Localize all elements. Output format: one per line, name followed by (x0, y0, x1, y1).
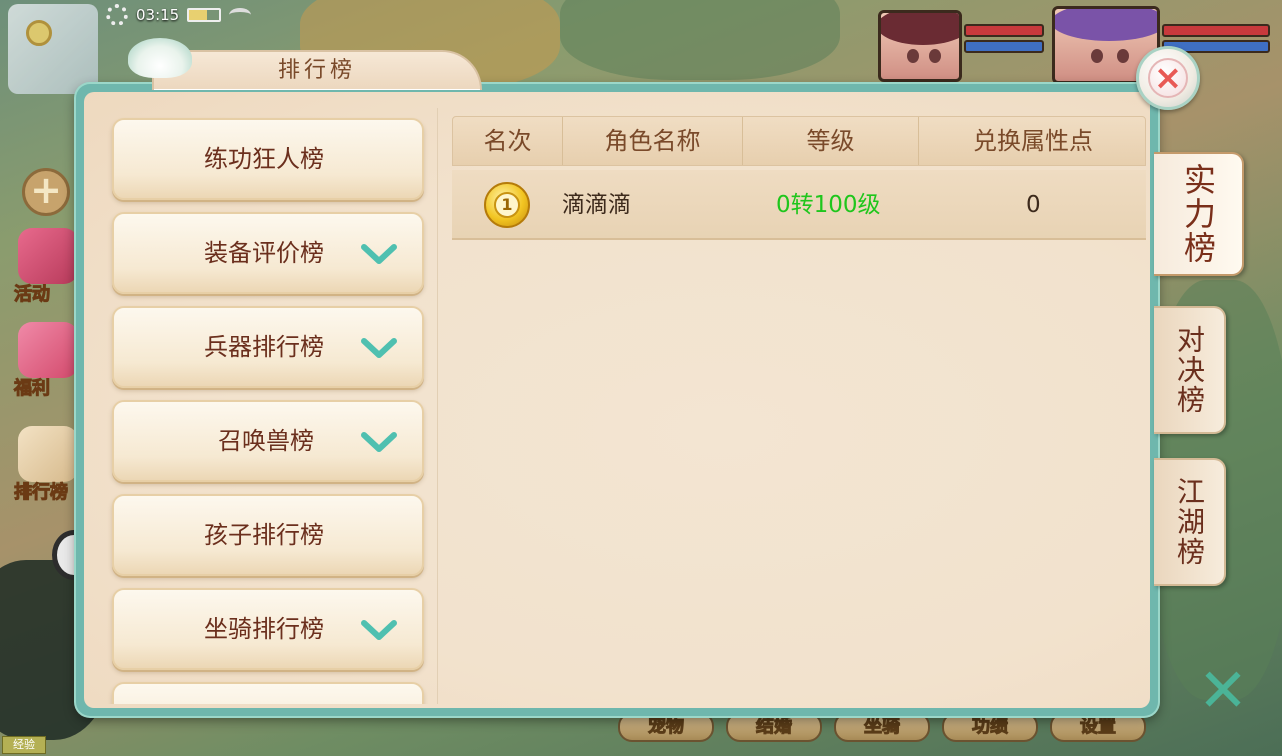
side-menu-label: 活动 (14, 284, 51, 306)
side-menu-label: 福利 (14, 378, 51, 400)
dialog-title-tab: 排行榜 (152, 50, 482, 90)
column-header-level: 等级 (743, 117, 919, 165)
player-points: 0 (1026, 192, 1041, 218)
column-header-name: 角色名称 (563, 117, 743, 165)
close-button[interactable]: × (1136, 46, 1200, 110)
category-label: 练功狂人榜 (204, 145, 324, 173)
expand-menu-icon[interactable]: ✕ (1196, 661, 1250, 721)
pet-portrait[interactable] (878, 10, 962, 82)
category-label: 兵器排行榜 (204, 333, 324, 361)
category-item-partial[interactable] (112, 682, 424, 704)
tab-jianghu-ranking[interactable]: 江湖榜 (1154, 458, 1226, 586)
minimap-icon[interactable] (8, 4, 98, 94)
activity-icon (18, 228, 78, 284)
lotus-ornament-icon (128, 38, 192, 78)
dialog-title: 排行榜 (277, 58, 356, 83)
chevron-down-icon[interactable] (360, 618, 398, 642)
bottom-button-mount[interactable]: 坐骑 (834, 712, 930, 742)
gold-medal-icon: 1 (484, 182, 530, 228)
chevron-down-icon[interactable] (360, 242, 398, 266)
pet-hp-bar (964, 24, 1044, 37)
player-hp-bar (1162, 24, 1270, 37)
tab-label: 江湖榜 (1173, 477, 1206, 567)
plus-icon[interactable]: + (22, 168, 70, 216)
category-item[interactable]: 兵器排行榜 (112, 306, 424, 388)
gift-icon (18, 322, 78, 378)
status-bar: 03:15 (106, 4, 252, 26)
category-label: 召唤兽榜 (218, 427, 314, 455)
category-item[interactable]: 装备评价榜 (112, 212, 424, 294)
category-label: 装备评价榜 (204, 239, 324, 267)
category-label: 坐骑排行榜 (204, 615, 324, 643)
category-item[interactable]: 孩子排行榜 (112, 494, 424, 576)
bottom-button-settings[interactable]: 设置 (1050, 712, 1146, 742)
table-row[interactable]: 1 滴滴滴 0转100级 0 (452, 170, 1146, 240)
bottom-button-pet[interactable]: 宠物 (618, 712, 714, 742)
column-header-points: 兑换属性点 (973, 127, 1093, 155)
side-menu-label: 排行榜 (14, 482, 69, 504)
category-label: 孩子排行榜 (204, 521, 324, 549)
ranking-icon (18, 426, 78, 482)
pet-mp-bar (964, 40, 1044, 53)
tab-label: 对决榜 (1173, 325, 1206, 415)
wifi-icon (229, 8, 252, 22)
tab-duel-ranking[interactable]: 对决榜 (1154, 306, 1226, 434)
category-item[interactable]: 坐骑排行榜 (112, 588, 424, 670)
tab-label: 实力榜 (1179, 163, 1217, 265)
rank-number: 1 (494, 192, 520, 218)
gear-icon[interactable] (106, 4, 128, 26)
exp-label: 经验 (2, 736, 46, 754)
battery-icon (187, 8, 222, 22)
close-icon: × (1148, 58, 1188, 98)
bottom-button-merit[interactable]: 功绩 (942, 712, 1038, 742)
clock-time: 03:15 (136, 6, 180, 24)
chevron-down-icon[interactable] (360, 336, 398, 360)
tab-power-ranking[interactable]: 实力榜 (1154, 152, 1244, 276)
category-list[interactable]: 练功狂人榜 装备评价榜 兵器排行榜 召唤兽榜 孩子排行榜 坐骑排行榜 (106, 108, 438, 704)
column-header-rank: 名次 (453, 117, 563, 165)
player-level: 0转100级 (776, 192, 881, 218)
table-header: 名次 角色名称 等级 兑换属性点 (452, 116, 1146, 166)
scene-courtyard (560, 0, 840, 80)
bottom-button-marriage[interactable]: 结婚 (726, 712, 822, 742)
player-name: 滴滴滴 (562, 192, 631, 218)
category-item[interactable]: 召唤兽榜 (112, 400, 424, 482)
category-item[interactable]: 练功狂人榜 (112, 118, 424, 200)
chevron-down-icon[interactable] (360, 430, 398, 454)
